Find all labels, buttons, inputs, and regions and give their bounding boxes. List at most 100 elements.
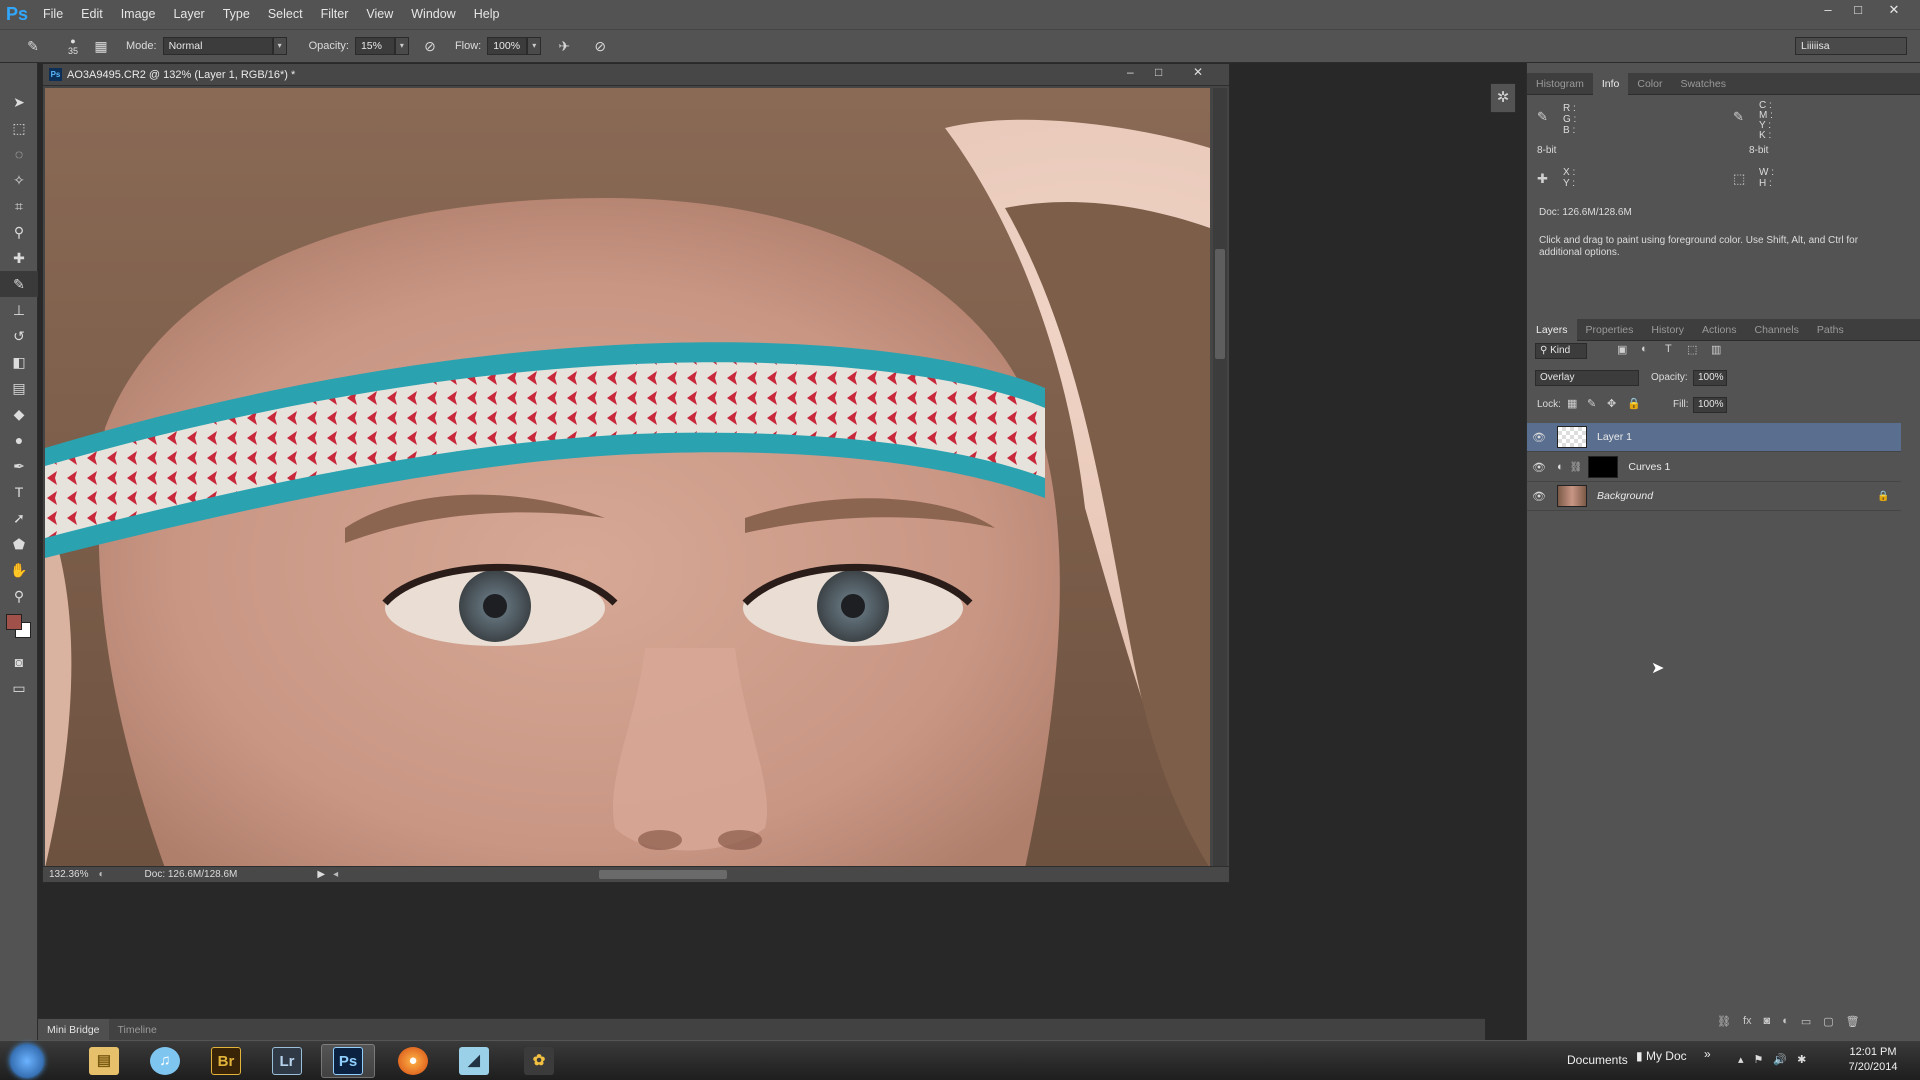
image-canvas[interactable] bbox=[45, 88, 1210, 868]
menu-type[interactable]: Type bbox=[214, 0, 259, 29]
taskbar-itunes[interactable]: ♫ bbox=[138, 1044, 192, 1078]
zoom-level[interactable]: 132.36% bbox=[49, 869, 88, 880]
zoom-tool-icon[interactable]: ⚲ bbox=[0, 583, 38, 609]
doc-close-button[interactable]: ✕ bbox=[1193, 65, 1203, 79]
tab-timeline[interactable]: Timeline bbox=[109, 1024, 166, 1036]
tab-channels[interactable]: Channels bbox=[1745, 319, 1807, 341]
tab-properties[interactable]: Properties bbox=[1577, 319, 1643, 341]
dodge-tool-icon[interactable]: ● bbox=[0, 427, 38, 453]
filter-pixel-icon[interactable]: ▣ bbox=[1617, 343, 1627, 356]
tab-histogram[interactable]: Histogram bbox=[1527, 73, 1593, 95]
new-layer-icon[interactable]: ▢ bbox=[1823, 1015, 1833, 1028]
fill-input[interactable]: 100% bbox=[1693, 397, 1727, 413]
menu-select[interactable]: Select bbox=[259, 0, 312, 29]
opacity-input[interactable]: 15% bbox=[354, 37, 395, 55]
app-close-button[interactable]: ✕ bbox=[1878, 0, 1910, 22]
foreground-color-swatch[interactable] bbox=[6, 614, 22, 630]
blur-tool-icon[interactable]: ◆ bbox=[0, 401, 38, 427]
menu-image[interactable]: Image bbox=[112, 0, 165, 29]
filter-type-icon[interactable]: T bbox=[1665, 343, 1672, 355]
hscroll-left-icon[interactable]: ◂ bbox=[333, 869, 338, 880]
flow-dropdown-icon[interactable]: ▾ bbox=[527, 37, 542, 55]
filter-shape-icon[interactable]: ⬚ bbox=[1687, 343, 1697, 356]
menu-help[interactable]: Help bbox=[465, 0, 509, 29]
mode-select[interactable]: Normal bbox=[162, 37, 273, 55]
airbrush-icon[interactable]: ✈ bbox=[553, 35, 575, 57]
screen-mode-icon[interactable]: ▭ bbox=[0, 675, 38, 701]
lock-position-icon[interactable]: ✥ bbox=[1607, 397, 1616, 410]
tab-paths[interactable]: Paths bbox=[1808, 319, 1853, 341]
lock-all-icon[interactable]: 🔒 bbox=[1627, 397, 1641, 410]
pen-tool-icon[interactable]: ✒ bbox=[0, 453, 38, 479]
brush-size-picker[interactable]: ● 35 bbox=[60, 36, 86, 56]
type-tool-icon[interactable]: T bbox=[0, 479, 38, 505]
menu-edit[interactable]: Edit bbox=[72, 0, 112, 29]
move-tool-icon[interactable]: ➤ bbox=[0, 89, 38, 115]
taskbar-notes[interactable]: ◢ bbox=[447, 1044, 501, 1078]
tab-mini-bridge[interactable]: Mini Bridge bbox=[38, 1018, 109, 1041]
app-restore-button[interactable]: □ bbox=[1842, 0, 1874, 22]
brush-panel-toggle-icon[interactable]: ▦ bbox=[90, 35, 112, 57]
menu-view[interactable]: View bbox=[357, 0, 402, 29]
eyedropper-tool-icon[interactable]: ⚲ bbox=[0, 219, 38, 245]
menu-window[interactable]: Window bbox=[402, 0, 464, 29]
taskbar-lightroom[interactable]: Lr bbox=[260, 1044, 314, 1078]
layer-row-curves-1[interactable]: 👁 ◐ ⛓ Curves 1 bbox=[1527, 453, 1901, 482]
layer-row-layer-1[interactable]: 👁 Layer 1 bbox=[1527, 423, 1901, 452]
layer-filter-kind[interactable]: ⚲ Kind bbox=[1535, 343, 1587, 359]
tray-expand-icon[interactable]: ▴ bbox=[1738, 1053, 1744, 1066]
horizontal-scroll-thumb[interactable] bbox=[599, 870, 727, 879]
pressure-size-icon[interactable]: ⊘ bbox=[589, 35, 611, 57]
lasso-tool-icon[interactable]: ◌ bbox=[0, 141, 38, 167]
add-mask-icon[interactable]: ◙ bbox=[1764, 1015, 1771, 1028]
flow-input[interactable]: 100% bbox=[487, 37, 528, 55]
clock[interactable]: 12:01 PM 7/20/2014 bbox=[1840, 1045, 1906, 1075]
quick-mask-icon[interactable]: ◙ bbox=[0, 649, 38, 675]
clone-stamp-tool-icon[interactable]: ⊥ bbox=[0, 297, 38, 323]
delete-layer-icon[interactable]: 🗑 bbox=[1846, 1015, 1860, 1028]
action-center-flag-icon[interactable]: ⚑ bbox=[1754, 1053, 1764, 1066]
doc-minimize-button[interactable]: – bbox=[1127, 65, 1134, 79]
new-adjustment-icon[interactable]: ◐ bbox=[1782, 1015, 1789, 1028]
status-info-icon[interactable]: ◐ bbox=[98, 869, 104, 880]
history-brush-tool-icon[interactable]: ↺ bbox=[0, 323, 38, 349]
tab-layers[interactable]: Layers bbox=[1527, 318, 1577, 341]
toolbar-documents[interactable]: Documents bbox=[1567, 1053, 1628, 1067]
brush-tool-icon[interactable]: ✎ bbox=[0, 271, 38, 297]
start-button[interactable] bbox=[0, 1044, 54, 1078]
volume-icon[interactable]: 🔊 bbox=[1773, 1053, 1787, 1066]
taskbar-firefox[interactable]: ● bbox=[386, 1044, 440, 1078]
taskbar-bridge[interactable]: Br bbox=[199, 1044, 253, 1078]
quick-select-tool-icon[interactable]: ✧ bbox=[0, 167, 38, 193]
gradient-tool-icon[interactable]: ▤ bbox=[0, 375, 38, 401]
lock-pixels-icon[interactable]: ✎ bbox=[1587, 397, 1596, 410]
menu-filter[interactable]: Filter bbox=[312, 0, 358, 29]
tab-history[interactable]: History bbox=[1642, 319, 1693, 341]
visibility-eye-icon[interactable]: 👁 bbox=[1527, 490, 1551, 503]
lock-transparency-icon[interactable]: ▦ bbox=[1567, 397, 1577, 410]
visibility-eye-icon[interactable]: 👁 bbox=[1527, 461, 1551, 474]
brush-tool-preset-icon[interactable]: ✎ bbox=[22, 35, 44, 57]
toolbar-chevron-icon[interactable]: » bbox=[1704, 1047, 1711, 1061]
tab-actions[interactable]: Actions bbox=[1693, 319, 1745, 341]
shape-tool-icon[interactable]: ⬟ bbox=[0, 531, 38, 557]
hand-tool-icon[interactable]: ✋ bbox=[0, 557, 38, 583]
rgb-eyedropper-icon[interactable]: ✎ bbox=[1537, 109, 1548, 125]
cmyk-eyedropper-icon[interactable]: ✎ bbox=[1733, 109, 1744, 125]
mode-dropdown-icon[interactable]: ▾ bbox=[272, 37, 287, 55]
visibility-eye-icon[interactable]: 👁 bbox=[1527, 431, 1551, 444]
marquee-tool-icon[interactable]: ⬚ bbox=[0, 115, 38, 141]
layer-style-fx-icon[interactable]: fx bbox=[1743, 1015, 1752, 1028]
link-layers-icon[interactable]: ⛓ bbox=[1717, 1015, 1731, 1028]
tab-info[interactable]: Info bbox=[1592, 72, 1629, 95]
doc-maximize-button[interactable]: □ bbox=[1155, 65, 1162, 79]
link-chain-icon[interactable]: ⛓ bbox=[1570, 462, 1583, 473]
workspace-switcher[interactable]: Liiiiisa bbox=[1795, 37, 1907, 55]
taskbar-explorer[interactable]: ▤ bbox=[77, 1044, 131, 1078]
menu-layer[interactable]: Layer bbox=[164, 0, 213, 29]
vertical-scrollbar[interactable] bbox=[1213, 88, 1227, 868]
filter-smart-object-icon[interactable]: ▥ bbox=[1711, 343, 1721, 356]
crop-tool-icon[interactable]: ⌗ bbox=[0, 193, 38, 219]
vertical-scroll-thumb[interactable] bbox=[1215, 249, 1225, 359]
opacity-dropdown-icon[interactable]: ▾ bbox=[394, 37, 409, 55]
